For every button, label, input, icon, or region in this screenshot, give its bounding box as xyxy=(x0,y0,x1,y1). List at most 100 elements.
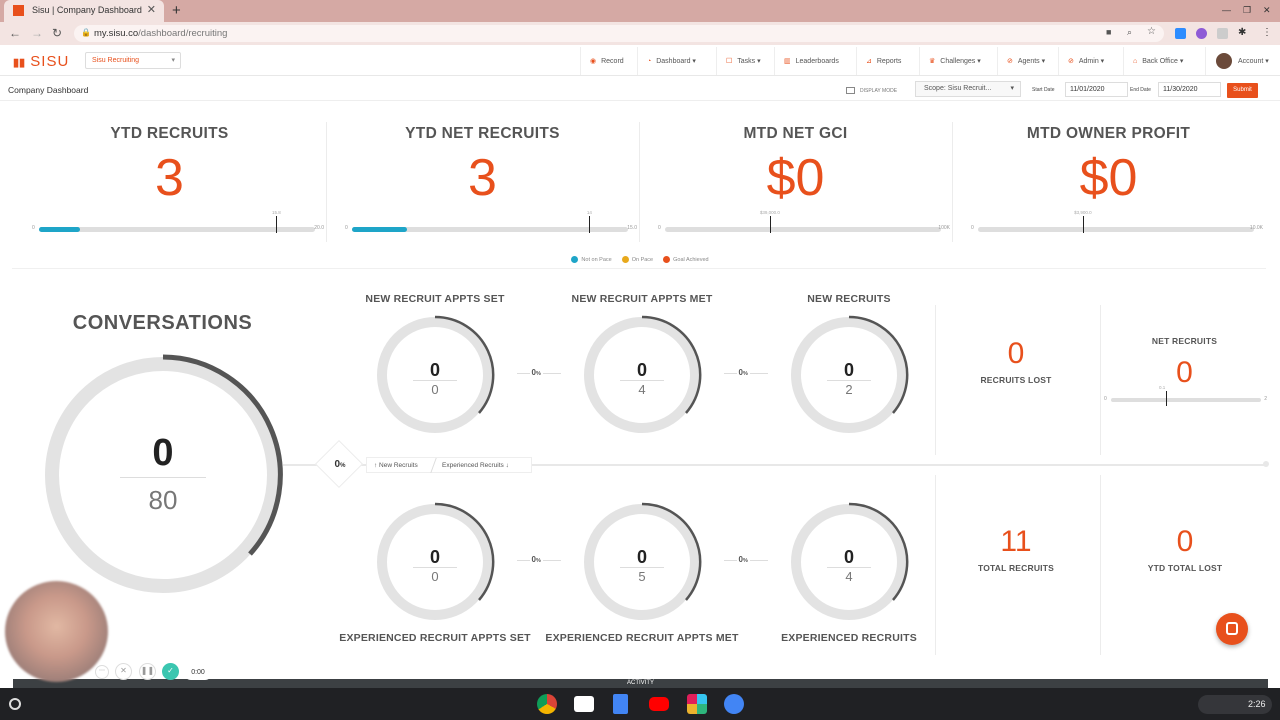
goal-label: 0.1 xyxy=(1159,385,1166,390)
google-docs-icon[interactable] xyxy=(613,694,628,714)
pause-icon[interactable]: ❚❚ xyxy=(139,663,156,680)
end-date-label: End Date xyxy=(1130,87,1151,93)
conversion-pct: 0% xyxy=(736,555,750,564)
new-tab-icon[interactable]: + xyxy=(172,2,181,19)
divider xyxy=(1100,475,1101,655)
cancel-recording-icon[interactable]: ✕ xyxy=(115,663,132,680)
url-bar[interactable]: 🔒 my.sisu.co/dashboard/recruiting ■ ⌕ ☆ xyxy=(74,25,1164,42)
experienced-recruits-toggle[interactable]: Experienced Recruits ↓ xyxy=(442,462,509,469)
menu-record[interactable]: ◉ Record xyxy=(580,47,637,75)
youtube-icon[interactable] xyxy=(649,697,669,711)
menu-reports[interactable]: ⊿ Reports xyxy=(856,47,919,75)
legend-item: Goal Achieved xyxy=(663,256,709,263)
back-icon[interactable]: ← xyxy=(9,26,21,40)
team-select[interactable]: Sisu Recruiting ▾ xyxy=(85,52,181,69)
browser-tabbar: Sisu | Company Dashboard ✕ + — ❐ ✕ xyxy=(0,0,1280,22)
zoom-extension-icon[interactable] xyxy=(1175,28,1186,39)
kpi-goal-label: 14 xyxy=(586,210,592,215)
total-recruits-label: TOTAL RECRUITS xyxy=(978,563,1054,573)
kpi-card[interactable]: MTD NET GCI $0 0 $39,000.0 100K xyxy=(639,120,952,245)
menu-back-office[interactable]: ⌂ Back Office ▾ xyxy=(1123,47,1205,75)
account-label: Account ▾ xyxy=(1238,58,1269,65)
extensions-puzzle-icon[interactable]: ✱ xyxy=(1238,27,1246,38)
end-date-input[interactable]: 11/30/2020 xyxy=(1158,82,1221,97)
menu-admin[interactable]: ⊘ Admin ▾ xyxy=(1058,47,1123,75)
forward-icon[interactable]: → xyxy=(31,26,43,40)
recruits-lost-stat[interactable]: 0 RECRUITS LOST xyxy=(934,337,1098,385)
menu-challenges[interactable]: ♛ Challenges ▾ xyxy=(919,47,997,75)
minimize-icon[interactable]: — xyxy=(1222,5,1231,15)
pace-legend: Not on Pace On Pace Goal Achieved xyxy=(0,256,1280,263)
reload-icon[interactable]: ↻ xyxy=(52,26,62,40)
dashboard-icon: ◔ xyxy=(647,58,652,65)
extension-icon[interactable] xyxy=(1217,28,1228,39)
finish-recording-icon[interactable]: ✓ xyxy=(162,663,179,680)
goal-marker xyxy=(1166,391,1167,406)
conversations-goal: 80 xyxy=(148,485,178,515)
close-tab-icon[interactable]: ✕ xyxy=(147,3,156,16)
menu-dashboard[interactable]: ◔ Dashboard ▾ xyxy=(637,47,716,75)
restore-icon[interactable]: ❐ xyxy=(1243,5,1251,16)
os-shelf: 2:26 xyxy=(0,688,1280,720)
menu-agents[interactable]: ⊘ Agents ▾ xyxy=(997,47,1058,75)
conversations-ring[interactable] xyxy=(42,354,284,596)
scope-select[interactable]: Scope: Sisu Recruit... ▾ xyxy=(915,81,1021,97)
recruits-lost-value: 0 xyxy=(1007,337,1025,370)
files-icon[interactable] xyxy=(724,694,744,714)
system-tray[interactable]: 2:26 xyxy=(1198,695,1272,714)
slack-icon[interactable] xyxy=(687,694,707,714)
start-date-input[interactable]: 11/01/2020 xyxy=(1065,82,1128,97)
menu-leaderboards[interactable]: ▥ Leaderboards xyxy=(774,47,856,75)
funnel-label: NEW RECRUITS xyxy=(807,293,891,305)
chat-icon xyxy=(1226,622,1238,635)
funnel-goal: 0 xyxy=(431,382,439,397)
net-recruits-stat[interactable]: NET RECRUITS 0 xyxy=(1101,336,1268,390)
more-icon[interactable]: ⋯ xyxy=(95,665,109,679)
kpi-progress-track: $39,000.0 xyxy=(665,210,941,233)
sisu-logo[interactable]: ▮▮ SISU xyxy=(13,53,69,70)
extension-icon[interactable] xyxy=(1196,28,1207,39)
kpi-progress-track: $3,900.0 xyxy=(978,210,1254,233)
camera-icon[interactable]: ■ xyxy=(1106,27,1111,37)
gmail-icon[interactable] xyxy=(574,696,594,712)
display-mode-toggle[interactable]: DISPLAY MODE xyxy=(846,87,897,94)
kpi-progress-fill xyxy=(352,227,408,232)
funnel-goal: 4 xyxy=(638,382,646,397)
kpi-title: YTD NET RECRUITS xyxy=(405,125,560,142)
kpi-card[interactable]: YTD RECRUITS 3 0 15.8 20.0 xyxy=(13,120,326,245)
kpi-goal-marker xyxy=(589,216,591,233)
agents-icon: ⊘ xyxy=(1007,58,1013,65)
submit-button[interactable]: Submit xyxy=(1227,83,1258,98)
kpi-card[interactable]: MTD OWNER PROFIT $0 0 $3,900.0 10.0K xyxy=(952,120,1265,245)
kpi-card[interactable]: YTD NET RECRUITS 3 0 14 15.0 xyxy=(326,120,639,245)
menu-tasks[interactable]: ☐ Tasks ▾ xyxy=(716,47,774,75)
browser-menu-icon[interactable]: ⋮ xyxy=(1262,27,1272,38)
kpi-value: $0 xyxy=(766,149,825,207)
funnel-goal: 5 xyxy=(638,569,646,584)
recruit-type-toggle: ↑ New Recruits Experienced Recruits ↓ xyxy=(366,457,532,473)
account-menu[interactable]: Account ▾ xyxy=(1205,47,1280,75)
kpi-max: 15.0 xyxy=(627,225,637,231)
recruits-lost-label: RECRUITS LOST xyxy=(980,375,1052,385)
funnel-label: NEW RECRUIT APPTS SET xyxy=(365,293,505,305)
zoom-icon[interactable]: ⌕ xyxy=(1127,27,1132,38)
webcam-bubble[interactable] xyxy=(5,581,108,682)
conversations-value: 0 xyxy=(152,432,174,474)
total-recruits-stat[interactable]: 11 TOTAL RECRUITS xyxy=(934,525,1098,573)
funnel-value: 0 xyxy=(843,547,854,567)
new-recruits-toggle[interactable]: ↑ New Recruits xyxy=(374,462,418,469)
bookmark-star-icon[interactable]: ☆ xyxy=(1147,26,1156,37)
funnel-value: 0 xyxy=(636,360,647,380)
chrome-icon[interactable] xyxy=(537,694,557,714)
kpi-title: MTD NET GCI xyxy=(743,125,848,142)
chat-button[interactable] xyxy=(1216,613,1248,645)
ytd-total-lost-stat[interactable]: 0 YTD TOTAL LOST xyxy=(1103,525,1267,573)
launcher-icon[interactable] xyxy=(9,698,21,710)
kpi-value: 3 xyxy=(155,149,184,207)
overall-conversion-pct: 0% xyxy=(334,459,346,470)
kpi-min: 0 xyxy=(345,225,348,231)
admin-icon: ⊘ xyxy=(1068,58,1074,65)
browser-tab[interactable]: Sisu | Company Dashboard ✕ xyxy=(4,0,164,22)
kpi-goal-marker xyxy=(769,216,771,233)
close-window-icon[interactable]: ✕ xyxy=(1263,5,1271,16)
